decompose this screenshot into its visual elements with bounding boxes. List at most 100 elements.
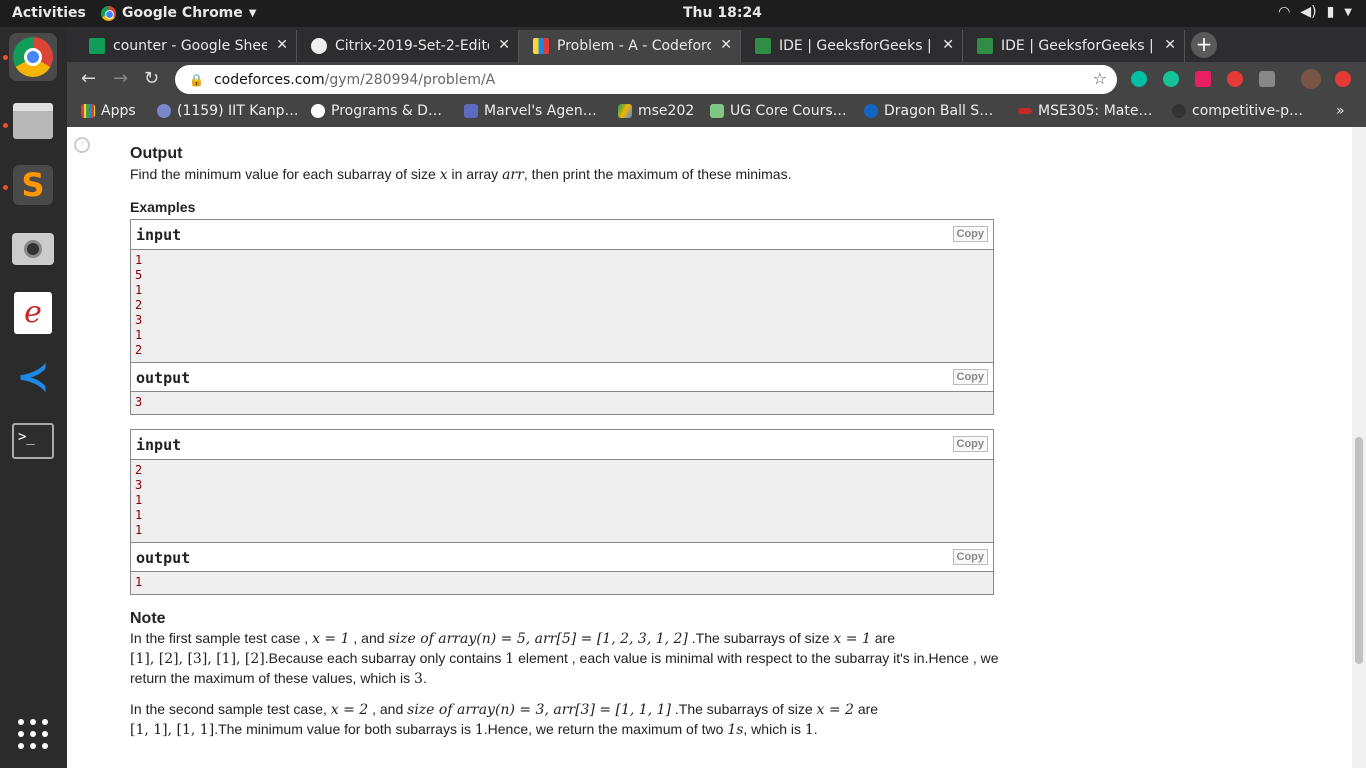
close-icon[interactable]: ✕ bbox=[276, 37, 288, 53]
grammarly-icon[interactable] bbox=[1163, 71, 1179, 87]
activities-button[interactable]: Activities bbox=[12, 5, 86, 21]
update-icon[interactable] bbox=[1335, 71, 1351, 87]
tab-gfg-2[interactable]: IDE | GeeksforGeeks | A ✕ bbox=[963, 30, 1185, 62]
tab-title: IDE | GeeksforGeeks | A bbox=[1001, 38, 1155, 54]
copy-button[interactable]: Copy bbox=[952, 226, 988, 242]
back-icon[interactable]: ← bbox=[81, 68, 96, 89]
bookmark-item[interactable]: UG Core Cours… bbox=[710, 103, 847, 119]
avatar[interactable] bbox=[1301, 69, 1321, 89]
document-viewer-dock-icon[interactable]: e bbox=[9, 289, 57, 337]
extension-icon[interactable] bbox=[1195, 71, 1211, 87]
google-drive-icon bbox=[618, 104, 632, 118]
url-path: /gym/280994/problem/A bbox=[324, 71, 496, 88]
scroll-up-icon[interactable]: ↑ bbox=[74, 137, 90, 153]
close-icon[interactable]: ✕ bbox=[720, 37, 732, 53]
tab-sheets[interactable]: counter - Google Sheet ✕ bbox=[75, 30, 297, 62]
math: [1], [2], [3], [1], [2] bbox=[130, 651, 265, 667]
text: in array bbox=[451, 166, 499, 182]
bookmark-item[interactable]: Marvel's Agen… bbox=[464, 103, 597, 119]
text: are bbox=[857, 701, 879, 717]
bookmark-favicon-icon bbox=[311, 104, 325, 118]
url-domain: codeforces.com bbox=[213, 71, 325, 88]
text: . bbox=[813, 721, 818, 737]
bookmark-favicon-icon bbox=[710, 104, 724, 118]
apps-icon bbox=[81, 104, 95, 118]
reload-icon[interactable]: ↻ bbox=[144, 68, 159, 89]
copy-button[interactable]: Copy bbox=[952, 369, 988, 385]
files-dock-icon[interactable] bbox=[9, 97, 57, 145]
app-menu[interactable]: Google Chrome ▼ bbox=[101, 5, 256, 21]
bookmark-item[interactable]: Programs & D… bbox=[311, 103, 442, 119]
text: .The minimum value for both subarrays is bbox=[214, 721, 471, 737]
dropdown-arrow-icon: ▼ bbox=[1344, 6, 1352, 18]
copy-button[interactable]: Copy bbox=[952, 436, 988, 452]
text: . bbox=[422, 670, 427, 686]
close-icon[interactable]: ✕ bbox=[1164, 37, 1176, 53]
text: , which is bbox=[743, 721, 801, 737]
math-var: x bbox=[439, 167, 448, 183]
new-tab-button[interactable]: + bbox=[1191, 32, 1217, 58]
math: x = 2 bbox=[816, 702, 854, 718]
bookmark-label: Programs & D… bbox=[331, 103, 442, 119]
text: .Hence, we return the maximum of two bbox=[483, 721, 724, 737]
tab-strip: counter - Google Sheet ✕ Citrix-2019-Set-… bbox=[67, 27, 1366, 62]
forward-icon[interactable]: → bbox=[113, 68, 128, 89]
text: , and bbox=[353, 630, 385, 646]
tab-codeforces[interactable]: Problem - A - Codeforces ✕ bbox=[519, 30, 741, 62]
text: , and bbox=[372, 701, 404, 717]
close-icon[interactable]: ✕ bbox=[498, 37, 510, 53]
math: [1, 1], [1, 1] bbox=[130, 722, 215, 738]
output-header: output Copy bbox=[131, 362, 993, 392]
show-applications-icon[interactable] bbox=[9, 710, 57, 758]
system-top-bar: Activities Google Chrome ▼ Thu 18:24 ◠ ◀)… bbox=[0, 0, 1366, 27]
geeksforgeeks-icon bbox=[977, 38, 993, 54]
math: size of array(n) = 5, arr[5] = [1, 2, 3,… bbox=[388, 631, 688, 647]
input-label: input bbox=[136, 226, 182, 244]
bookmark-item[interactable]: (1159) IIT Kanp… bbox=[157, 103, 299, 119]
system-tray[interactable]: ◠ ◀) ▮ ▼ bbox=[1278, 4, 1352, 20]
bookmark-label: mse202 bbox=[638, 103, 695, 119]
bookmark-item[interactable]: Dragon Ball S… bbox=[864, 103, 993, 119]
extension-icon[interactable] bbox=[1227, 71, 1243, 87]
bookmark-favicon-icon bbox=[157, 104, 171, 118]
chrome-dock-icon[interactable] bbox=[9, 33, 57, 81]
address-bar[interactable]: 🔒 codeforces.com/gym/280994/problem/A ☆ bbox=[175, 65, 1117, 94]
math: 3 bbox=[414, 671, 423, 687]
tab-github[interactable]: Citrix-2019-Set-2-Editor ✕ bbox=[297, 30, 519, 62]
codeforces-icon bbox=[533, 38, 549, 54]
math: size of array(n) = 3, arr[3] = [1, 1, 1] bbox=[407, 702, 671, 718]
text: In the first sample test case , bbox=[130, 630, 309, 646]
scrollbar-thumb[interactable] bbox=[1355, 437, 1363, 664]
extension-icon[interactable] bbox=[1131, 71, 1147, 87]
bookmark-item[interactable]: MSE305: Mate… bbox=[1018, 103, 1152, 119]
more-bookmarks-button[interactable]: » bbox=[1336, 103, 1345, 119]
camera-dock-icon[interactable] bbox=[9, 225, 57, 273]
bookmark-label: MSE305: Mate… bbox=[1038, 103, 1153, 119]
bookmark-star-icon[interactable]: ☆ bbox=[1093, 69, 1107, 88]
sublime-text-dock-icon[interactable]: S bbox=[9, 161, 57, 209]
math: x = 1 bbox=[833, 631, 871, 647]
terminal-dock-icon[interactable]: >_ bbox=[9, 417, 57, 465]
bookmark-label: UG Core Cours… bbox=[730, 103, 847, 119]
bookmark-item[interactable]: mse202 bbox=[618, 103, 694, 119]
clock[interactable]: Thu 18:24 bbox=[683, 5, 762, 21]
math: x = 2 bbox=[330, 702, 369, 718]
text: , then print the maximum of these minima… bbox=[523, 166, 792, 182]
copy-button[interactable]: Copy bbox=[952, 549, 988, 565]
tab-gfg-1[interactable]: IDE | GeeksforGeeks | A ✕ bbox=[741, 30, 963, 62]
page-scrollbar[interactable] bbox=[1352, 127, 1366, 768]
bookmark-item[interactable]: competitive-p… bbox=[1172, 103, 1303, 119]
note-paragraph-2: In the second sample test case, x = 2 , … bbox=[130, 700, 1000, 740]
close-icon[interactable]: ✕ bbox=[942, 37, 954, 53]
text: .Because each subarray only contains bbox=[264, 650, 502, 666]
text: Find the minimum value for each subarray… bbox=[130, 166, 436, 182]
text: .The subarrays of size bbox=[691, 630, 830, 646]
chrome-icon bbox=[101, 5, 116, 21]
bookmark-apps[interactable]: Apps bbox=[81, 103, 136, 119]
shield-icon[interactable] bbox=[1259, 71, 1275, 87]
math: 1 bbox=[474, 722, 484, 738]
math: 1 bbox=[804, 722, 814, 738]
vscode-dock-icon[interactable]: ≺ bbox=[9, 353, 57, 401]
text: element , each value is minimal with res… bbox=[518, 650, 999, 666]
text: In the second sample test case, bbox=[130, 701, 327, 717]
